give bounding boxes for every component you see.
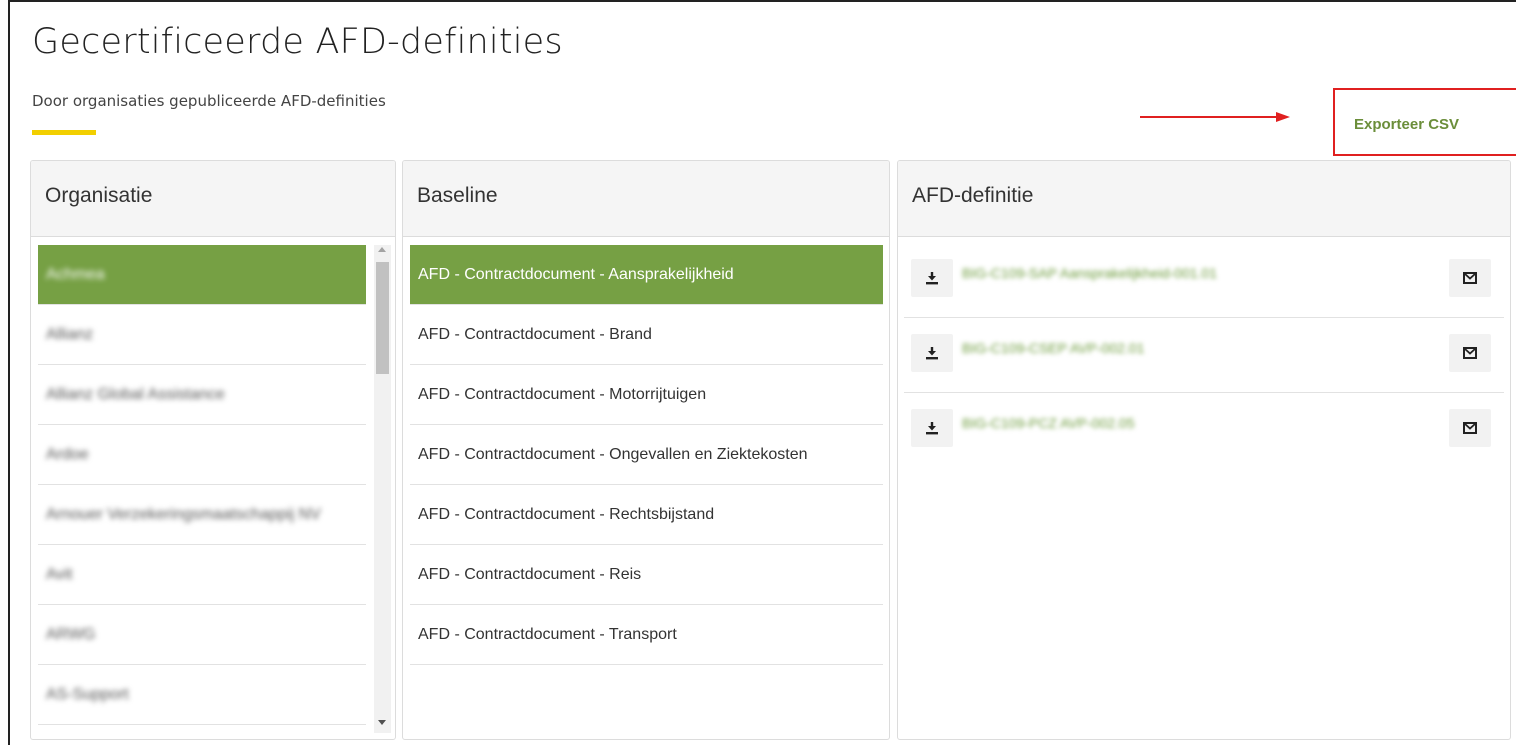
organisatie-label: Ardoe (46, 445, 89, 463)
list-item[interactable]: AFD - Contractdocument - Motorrijtuigen (410, 365, 883, 425)
mail-button[interactable] (1449, 334, 1491, 372)
baseline-panel: Baseline AFD - Contractdocument - Aanspr… (402, 160, 890, 740)
title-underline (32, 130, 96, 135)
afd-definitie-row: BIG-C109-PCZ AVP-002.05 (904, 393, 1504, 468)
baseline-label: AFD - Contractdocument - Transport (418, 625, 677, 643)
scroll-up-arrow-icon[interactable] (378, 247, 386, 252)
export-csv-button[interactable]: Exporteer CSV (1354, 116, 1459, 133)
organisatie-label: Achmea (46, 265, 105, 283)
afd-definitie-link[interactable]: BIG-C109-PCZ AVP-002.05 (962, 415, 1134, 431)
scrollbar-thumb[interactable] (376, 262, 389, 374)
envelope-icon (1463, 347, 1477, 359)
envelope-icon (1463, 422, 1477, 434)
list-item[interactable]: Ardoe (38, 425, 366, 485)
download-button[interactable] (911, 409, 953, 447)
list-item[interactable]: Allianz (38, 305, 366, 365)
baseline-list: AFD - Contractdocument - Aansprakelijkhe… (410, 245, 883, 665)
list-item[interactable]: AFD - Contractdocument - Aansprakelijkhe… (410, 245, 883, 305)
baseline-label: AFD - Contractdocument - Aansprakelijkhe… (418, 265, 734, 283)
list-item[interactable]: Arnouer Verzekeringsmaatschappij NV (38, 485, 366, 545)
baseline-label: AFD - Contractdocument - Ongevallen en Z… (418, 445, 808, 463)
organisatie-scrollbar[interactable] (374, 245, 391, 733)
download-button[interactable] (911, 334, 953, 372)
mail-button[interactable] (1449, 259, 1491, 297)
baseline-label: AFD - Contractdocument - Motorrijtuigen (418, 385, 707, 403)
afd-definitie-link[interactable]: BIG-C109-CSEP AVP-002.01 (962, 340, 1144, 356)
organisatie-label: Allianz (46, 325, 94, 343)
mail-button[interactable] (1449, 409, 1491, 447)
afd-definitie-panel: AFD-definitie BIG-C109-SAP Aansprakelijk… (897, 160, 1511, 740)
organisatie-label: ARWG (46, 625, 96, 643)
list-item[interactable]: AFD - Contractdocument - Rechtsbijstand (410, 485, 883, 545)
baseline-label: AFD - Contractdocument - Rechtsbijstand (418, 505, 715, 523)
list-item[interactable]: AFD - Contractdocument - Ongevallen en Z… (410, 425, 883, 485)
envelope-icon (1463, 272, 1477, 284)
organisatie-list: Achmea Allianz Allianz Global Assistance… (38, 245, 366, 725)
annotation-arrow-icon (1140, 112, 1290, 122)
organisatie-label: Allianz Global Assistance (46, 385, 225, 403)
page-subtitle: Door organisaties gepubliceerde AFD-defi… (32, 92, 386, 110)
organisatie-label: Avit (46, 565, 73, 583)
baseline-header: Baseline (403, 161, 889, 237)
list-item[interactable]: Avit (38, 545, 366, 605)
list-item[interactable]: AFD - Contractdocument - Brand (410, 305, 883, 365)
organisatie-panel: Organisatie Achmea Allianz Allianz Globa… (30, 160, 396, 740)
list-item[interactable]: AFD - Contractdocument - Transport (410, 605, 883, 665)
afd-definitie-list: BIG-C109-SAP Aansprakelijkheid-001.01 BI… (904, 243, 1504, 468)
scroll-down-arrow-icon[interactable] (378, 720, 386, 725)
afd-definitie-header: AFD-definitie (898, 161, 1510, 237)
download-icon (926, 422, 938, 435)
baseline-label: AFD - Contractdocument - Reis (418, 565, 642, 583)
baseline-label: AFD - Contractdocument - Brand (418, 325, 652, 343)
list-item[interactable]: AFD - Contractdocument - Reis (410, 545, 883, 605)
download-icon (926, 347, 938, 360)
organisatie-label: AS-Support (46, 685, 129, 703)
list-item[interactable]: Allianz Global Assistance (38, 365, 366, 425)
download-icon (926, 272, 938, 285)
list-item[interactable]: Achmea (38, 245, 366, 305)
list-item[interactable]: AS-Support (38, 665, 366, 725)
page-title: Gecertificeerde AFD-definities (32, 22, 563, 62)
list-item[interactable]: ARWG (38, 605, 366, 665)
afd-definitie-row: BIG-C109-CSEP AVP-002.01 (904, 318, 1504, 393)
download-button[interactable] (911, 259, 953, 297)
organisatie-label: Arnouer Verzekeringsmaatschappij NV (46, 505, 321, 523)
afd-definitie-row: BIG-C109-SAP Aansprakelijkheid-001.01 (904, 243, 1504, 318)
afd-definitie-link[interactable]: BIG-C109-SAP Aansprakelijkheid-001.01 (962, 265, 1217, 281)
organisatie-header: Organisatie (31, 161, 395, 237)
